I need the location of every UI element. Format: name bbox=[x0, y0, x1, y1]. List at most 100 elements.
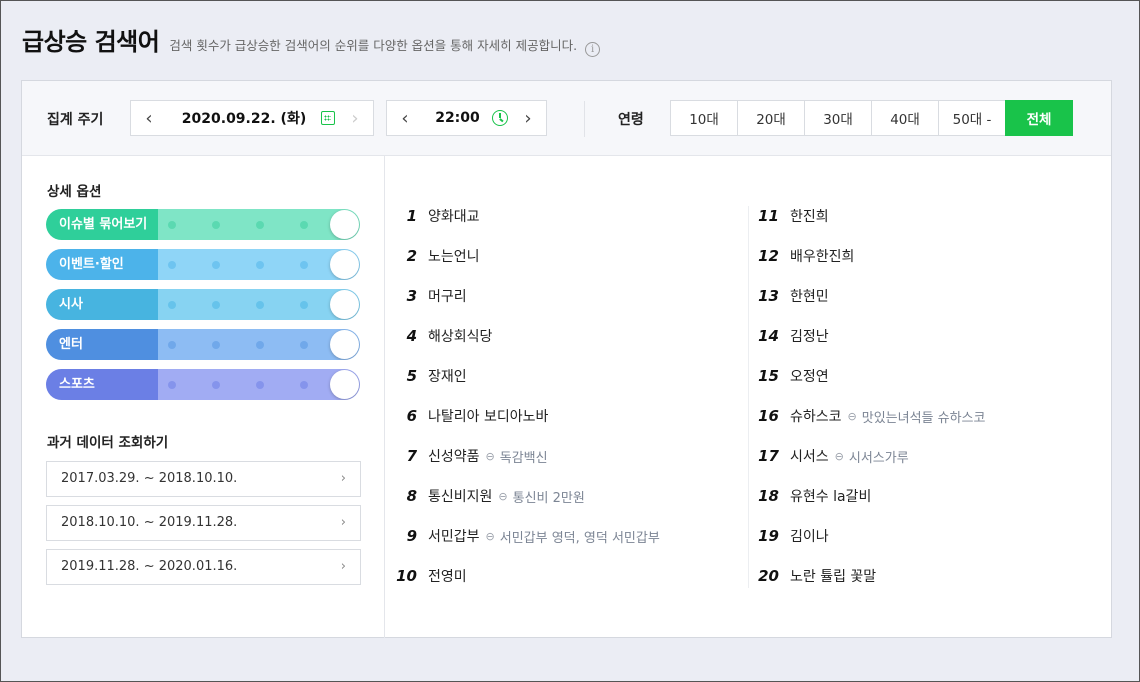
history-range-label: 2019.11.28. ~ 2020.01.16. bbox=[61, 559, 238, 574]
link-icon: ⊖ bbox=[498, 489, 508, 503]
prev-date-button[interactable]: ‹ bbox=[131, 108, 167, 129]
rank-row[interactable]: 3 머구리 bbox=[387, 276, 727, 316]
filter-bar: 집계 주기 ‹ 2020.09.22. (화) › ‹ 22:00 › 연령 1… bbox=[22, 81, 1111, 156]
rank-row[interactable]: 9 서민갑부 ⊖ 서민갑부 영덕, 영덕 서민갑부 bbox=[387, 516, 727, 556]
history-range-button[interactable]: 2018.10.10. ~ 2019.11.28. › bbox=[46, 505, 361, 541]
related-keyword[interactable]: 통신비 2만원 bbox=[513, 487, 585, 506]
info-icon[interactable]: i bbox=[585, 42, 601, 57]
category-toggle[interactable]: 이벤트·할인 bbox=[46, 249, 360, 280]
track-dot bbox=[256, 341, 264, 349]
rank-keyword[interactable]: 슈하스코 bbox=[790, 406, 842, 426]
track-dot bbox=[256, 221, 264, 229]
rank-row[interactable]: 11 한진희 bbox=[749, 196, 1089, 236]
rank-panel: 집계 주기 ‹ 2020.09.22. (화) › ‹ 22:00 › 연령 1… bbox=[21, 80, 1112, 638]
rank-keyword[interactable]: 한진희 bbox=[790, 206, 829, 226]
category-toggle[interactable]: 스포츠 bbox=[46, 369, 360, 400]
related-keyword[interactable]: 맛있는녀석들 슈하스코 bbox=[862, 407, 986, 426]
time-value[interactable]: 22:00 bbox=[423, 110, 492, 126]
rank-keyword[interactable]: 오정연 bbox=[790, 366, 829, 386]
rank-keyword[interactable]: 서민갑부 bbox=[428, 526, 480, 546]
rank-keyword[interactable]: 장재인 bbox=[428, 366, 467, 386]
track-dot bbox=[256, 301, 264, 309]
chevron-right-icon: › bbox=[340, 471, 346, 486]
track-dot bbox=[300, 221, 308, 229]
link-icon: ⊖ bbox=[485, 529, 495, 543]
rank-number: 12 bbox=[758, 247, 779, 265]
rank-keyword[interactable]: 한현민 bbox=[790, 286, 829, 306]
related-keyword[interactable]: 서민갑부 영덕, 영덕 서민갑부 bbox=[500, 527, 660, 546]
rank-row[interactable]: 10 전영미 bbox=[387, 556, 727, 596]
rank-number: 20 bbox=[758, 567, 779, 585]
rank-number: 1 bbox=[406, 207, 417, 225]
rank-row[interactable]: 20 노란 튤립 꽃말 bbox=[749, 556, 1089, 596]
category-toggle[interactable]: 시사 bbox=[46, 289, 360, 320]
rank-keyword[interactable]: 머구리 bbox=[428, 286, 467, 306]
rank-keyword[interactable]: 나탈리아 보디아노바 bbox=[428, 406, 548, 426]
rank-row[interactable]: 6 나탈리아 보디아노바 bbox=[387, 396, 727, 436]
rank-number: 3 bbox=[406, 287, 417, 305]
rank-row[interactable]: 5 장재인 bbox=[387, 356, 727, 396]
toggle-knob[interactable] bbox=[330, 250, 359, 279]
rank-keyword[interactable]: 배우한진희 bbox=[790, 246, 854, 266]
rank-number: 6 bbox=[406, 407, 417, 425]
history-range-button[interactable]: 2019.11.28. ~ 2020.01.16. › bbox=[46, 549, 361, 585]
category-toggle[interactable]: 이슈별 묶어보기 bbox=[46, 209, 360, 240]
rank-keyword[interactable]: 전영미 bbox=[428, 566, 467, 586]
rank-keyword[interactable]: 김정난 bbox=[790, 326, 829, 346]
next-date-button[interactable]: › bbox=[337, 108, 373, 129]
rank-row[interactable]: 2 노는언니 bbox=[387, 236, 727, 276]
rank-keyword[interactable]: 김이나 bbox=[790, 526, 829, 546]
age-button-50[interactable]: 50대 - bbox=[938, 100, 1006, 136]
category-toggle[interactable]: 엔터 bbox=[46, 329, 360, 360]
rank-number: 13 bbox=[758, 287, 779, 305]
rank-keyword[interactable]: 시서스 bbox=[790, 446, 829, 466]
toggle-knob[interactable] bbox=[330, 370, 359, 399]
rank-row[interactable]: 4 해상회식당 bbox=[387, 316, 727, 356]
rank-number: 4 bbox=[406, 327, 417, 345]
rank-keyword[interactable]: 노는언니 bbox=[428, 246, 480, 266]
toggle-knob[interactable] bbox=[330, 290, 359, 319]
rank-keyword[interactable]: 양화대교 bbox=[428, 206, 480, 226]
rank-number: 18 bbox=[758, 487, 779, 505]
rank-row[interactable]: 19 김이나 bbox=[749, 516, 1089, 556]
age-button-10[interactable]: 10대 bbox=[670, 100, 738, 136]
age-button-40[interactable]: 40대 bbox=[871, 100, 939, 136]
rank-row[interactable]: 8 통신비지원 ⊖ 통신비 2만원 bbox=[387, 476, 727, 516]
track-dot bbox=[168, 341, 176, 349]
rank-row[interactable]: 7 신성약품 ⊖ 독감백신 bbox=[387, 436, 727, 476]
history-range-button[interactable]: 2017.03.29. ~ 2018.10.10. › bbox=[46, 461, 361, 497]
chevron-right-icon: › bbox=[340, 515, 346, 530]
rank-row[interactable]: 16 슈하스코 ⊖ 맛있는녀석들 슈하스코 bbox=[749, 396, 1089, 436]
rank-row[interactable]: 18 유현수 la갈비 bbox=[749, 476, 1089, 516]
next-time-button[interactable]: › bbox=[510, 108, 546, 129]
history-range-label: 2018.10.10. ~ 2019.11.28. bbox=[61, 515, 238, 530]
calendar-icon[interactable] bbox=[321, 111, 335, 125]
rank-keyword[interactable]: 통신비지원 bbox=[428, 486, 492, 506]
date-selector: ‹ 2020.09.22. (화) › bbox=[130, 100, 374, 136]
clock-icon[interactable] bbox=[492, 110, 508, 126]
rank-keyword[interactable]: 신성약품 bbox=[428, 446, 480, 466]
toggle-label: 시사 bbox=[46, 289, 158, 320]
rank-row[interactable]: 1 양화대교 bbox=[387, 196, 727, 236]
related-keyword[interactable]: 독감백신 bbox=[500, 447, 548, 466]
rank-keyword[interactable]: 해상회식당 bbox=[428, 326, 492, 346]
link-icon: ⊖ bbox=[834, 449, 844, 463]
track-dot bbox=[168, 381, 176, 389]
rank-row[interactable]: 13 한현민 bbox=[749, 276, 1089, 316]
prev-time-button[interactable]: ‹ bbox=[387, 108, 423, 129]
age-button-all[interactable]: 전체 bbox=[1005, 100, 1073, 136]
related-keyword[interactable]: 시서스가루 bbox=[849, 447, 909, 466]
options-title: 상세 옵션 bbox=[47, 184, 102, 200]
rank-row[interactable]: 12 배우한진희 bbox=[749, 236, 1089, 276]
toggle-knob[interactable] bbox=[330, 330, 359, 359]
rank-row[interactable]: 17 시서스 ⊖ 시서스가루 bbox=[749, 436, 1089, 476]
date-value[interactable]: 2020.09.22. (화) bbox=[167, 108, 321, 128]
rank-keyword[interactable]: 유현수 la갈비 bbox=[790, 486, 871, 506]
toggle-knob[interactable] bbox=[330, 210, 359, 239]
age-button-20[interactable]: 20대 bbox=[737, 100, 805, 136]
toggle-label: 엔터 bbox=[46, 329, 158, 360]
age-button-30[interactable]: 30대 bbox=[804, 100, 872, 136]
rank-keyword[interactable]: 노란 튤립 꽃말 bbox=[790, 566, 876, 586]
rank-row[interactable]: 14 김정난 bbox=[749, 316, 1089, 356]
rank-row[interactable]: 15 오정연 bbox=[749, 356, 1089, 396]
